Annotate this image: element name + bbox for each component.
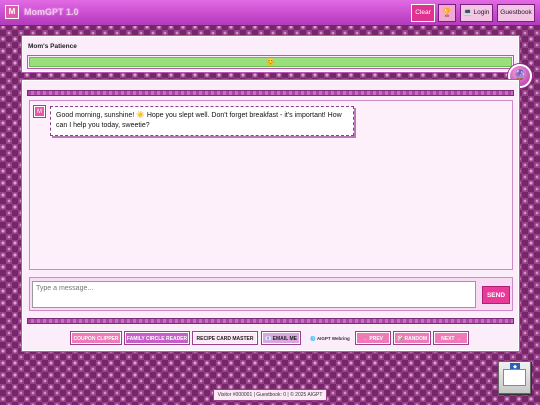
send-button[interactable]: SEND (482, 286, 510, 304)
clear-button[interactable]: Clear (411, 4, 435, 22)
composer: SEND (29, 277, 513, 311)
patience-panel: Mom's Patience 😊 (22, 36, 519, 72)
chat-window: M Good morning, sunshine! ☀️ Hope you sl… (22, 80, 519, 351)
screen-icon (503, 369, 526, 386)
computer-icon[interactable]: ◆ (498, 361, 531, 394)
patience-label: Mom's Patience (28, 43, 77, 50)
family-circle-reader-button[interactable]: FAMILY CIRCLE READER (125, 332, 189, 344)
next-button[interactable]: NEXT → (434, 332, 468, 344)
coupon-clipper-button[interactable]: COUPON CLIPPER (71, 332, 121, 344)
app-title: MomGPT 1.0 (24, 7, 79, 17)
webring-label[interactable]: 🌐 AIGPT Webring (308, 334, 352, 343)
divider (27, 318, 514, 324)
patience-fill: 😊 (29, 57, 512, 67)
trophy-icon[interactable]: 🏆 (438, 4, 456, 22)
avatar: M (34, 106, 45, 117)
bottom-nav: COUPON CLIPPER FAMILY CIRCLE READER RECI… (22, 330, 519, 350)
title-bar: M MomGPT 1.0 Clear 🏆 💻 Login Guestbook (0, 0, 540, 26)
visitor-counter: Visitor #000001 | Guestbook: 0 | © 2025 … (213, 389, 327, 401)
random-button[interactable]: 🎲 RANDOM (394, 332, 430, 344)
message-bubble: Good morning, sunshine! ☀️ Hope you slep… (50, 106, 354, 136)
patience-meter: 😊 (27, 55, 514, 69)
email-me-button[interactable]: 📧 EMAIL ME (262, 332, 300, 344)
guestbook-button[interactable]: Guestbook (497, 4, 535, 22)
prev-button[interactable]: ← PREV (356, 332, 390, 344)
login-button[interactable]: 💻 Login (460, 4, 493, 22)
app-icon: M (5, 5, 19, 19)
recipe-card-master-button[interactable]: RECIPE CARD MASTER (193, 332, 257, 344)
message-list[interactable]: M Good morning, sunshine! ☀️ Hope you sl… (29, 100, 513, 270)
divider (27, 90, 514, 96)
message-input[interactable] (32, 281, 476, 308)
